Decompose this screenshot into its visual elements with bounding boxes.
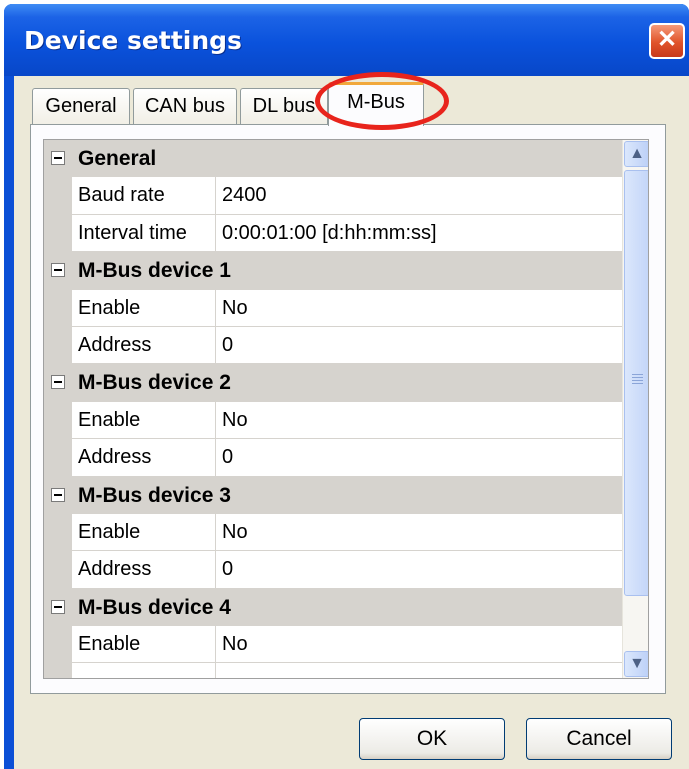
column-divider[interactable] <box>215 289 216 326</box>
row-gutter <box>44 513 72 552</box>
title-bar[interactable]: Device settings ✕ <box>4 4 689 76</box>
property-row[interactable]: Address 0 <box>44 439 622 477</box>
column-divider[interactable] <box>215 177 216 214</box>
tab-general[interactable]: General <box>32 88 130 124</box>
property-value[interactable]: No <box>222 626 248 662</box>
grid-section-header[interactable]: General <box>44 140 622 178</box>
scroll-up-button[interactable]: ▲ <box>624 141 648 167</box>
row-gutter <box>44 626 72 664</box>
tab-dl-bus[interactable]: DL bus <box>240 88 328 124</box>
property-name: Enable <box>78 408 141 431</box>
property-grid-rows: General Baud rate 2400 Interval time 0:00:01… <box>44 140 622 678</box>
property-value[interactable]: 0:00:01:00 [d:hh:mm:ss] <box>222 215 437 251</box>
grip-icon <box>632 374 643 375</box>
property-row[interactable]: Address 0 <box>44 551 622 589</box>
property-row[interactable] <box>44 663 622 678</box>
row-gutter <box>44 326 72 365</box>
grid-section-header[interactable]: M-Bus device 1 <box>44 252 622 290</box>
row-gutter <box>44 177 72 215</box>
row-gutter <box>44 663 72 678</box>
property-name: Enable <box>78 520 141 543</box>
row-gutter <box>44 439 72 477</box>
column-divider[interactable] <box>215 551 216 588</box>
property-value[interactable]: 0 <box>222 551 233 587</box>
property-value[interactable]: No <box>222 290 248 326</box>
cancel-button[interactable]: Cancel <box>526 718 672 760</box>
property-grid: General Baud rate 2400 Interval time 0:00:01… <box>43 139 649 679</box>
property-name: Interval time <box>78 221 187 244</box>
scroll-thumb[interactable] <box>624 170 648 596</box>
chevron-up-icon: ▲ <box>629 145 645 162</box>
collapse-minus-icon[interactable] <box>51 487 65 502</box>
property-name: Baud rate <box>78 184 165 207</box>
property-row[interactable]: Interval time 0:00:01:00 [d:hh:mm:ss] <box>44 214 622 253</box>
window-title: Device settings <box>24 26 242 55</box>
m-bus-tab-panel: General Baud rate 2400 Interval time 0:00:01… <box>30 124 666 694</box>
close-icon: ✕ <box>656 26 678 53</box>
close-button[interactable]: ✕ <box>649 23 685 59</box>
property-row[interactable]: Enable No <box>44 513 622 552</box>
property-name: Enable <box>78 296 141 319</box>
property-value[interactable]: 0 <box>222 327 233 363</box>
property-row[interactable]: Baud rate 2400 <box>44 177 622 215</box>
grid-section-header[interactable]: M-Bus device 2 <box>44 364 622 402</box>
property-name: Enable <box>78 633 141 656</box>
collapse-minus-icon[interactable] <box>51 599 65 614</box>
collapse-minus-icon[interactable] <box>51 263 65 278</box>
section-title: M-Bus device 4 <box>78 595 231 619</box>
collapse-minus-icon[interactable] <box>51 375 65 390</box>
ok-button[interactable]: OK <box>359 718 505 760</box>
column-divider[interactable] <box>215 663 216 678</box>
property-name: Address <box>78 558 152 581</box>
scroll-down-button[interactable]: ▼ <box>624 651 648 677</box>
vertical-scrollbar[interactable]: ▲ ▼ <box>622 140 648 678</box>
column-divider[interactable] <box>215 439 216 476</box>
property-row[interactable]: Enable No <box>44 626 622 664</box>
property-row[interactable]: Enable No <box>44 401 622 440</box>
grid-section-header[interactable]: M-Bus device 3 <box>44 476 622 514</box>
dialog-body: General CAN bus DL bus M-Bus General Baud… <box>14 76 689 769</box>
property-name: Address <box>78 446 152 469</box>
section-title: M-Bus device 2 <box>78 371 231 395</box>
section-title: M-Bus device 1 <box>78 259 231 283</box>
row-gutter <box>44 401 72 440</box>
chevron-down-icon: ▼ <box>629 655 645 672</box>
column-divider[interactable] <box>215 626 216 663</box>
row-gutter <box>44 289 72 327</box>
property-row[interactable]: Enable No <box>44 289 622 327</box>
property-value[interactable]: 2400 <box>222 177 267 213</box>
property-value[interactable]: No <box>222 402 248 438</box>
property-value[interactable]: 0 <box>222 439 233 475</box>
column-divider[interactable] <box>215 326 216 364</box>
property-name: Address <box>78 333 152 356</box>
property-value[interactable]: No <box>222 514 248 550</box>
column-divider[interactable] <box>215 513 216 551</box>
property-row[interactable]: Address 0 <box>44 326 622 365</box>
column-divider[interactable] <box>215 401 216 439</box>
tab-can-bus[interactable]: CAN bus <box>133 88 237 124</box>
column-divider[interactable] <box>215 214 216 252</box>
collapse-minus-icon[interactable] <box>51 151 65 165</box>
section-title: M-Bus device 3 <box>78 483 231 507</box>
section-title: General <box>78 147 157 170</box>
grid-section-header[interactable]: M-Bus device 4 <box>44 588 622 627</box>
row-gutter <box>44 551 72 589</box>
annotation-highlight-ring <box>315 72 449 130</box>
row-gutter <box>44 214 72 253</box>
